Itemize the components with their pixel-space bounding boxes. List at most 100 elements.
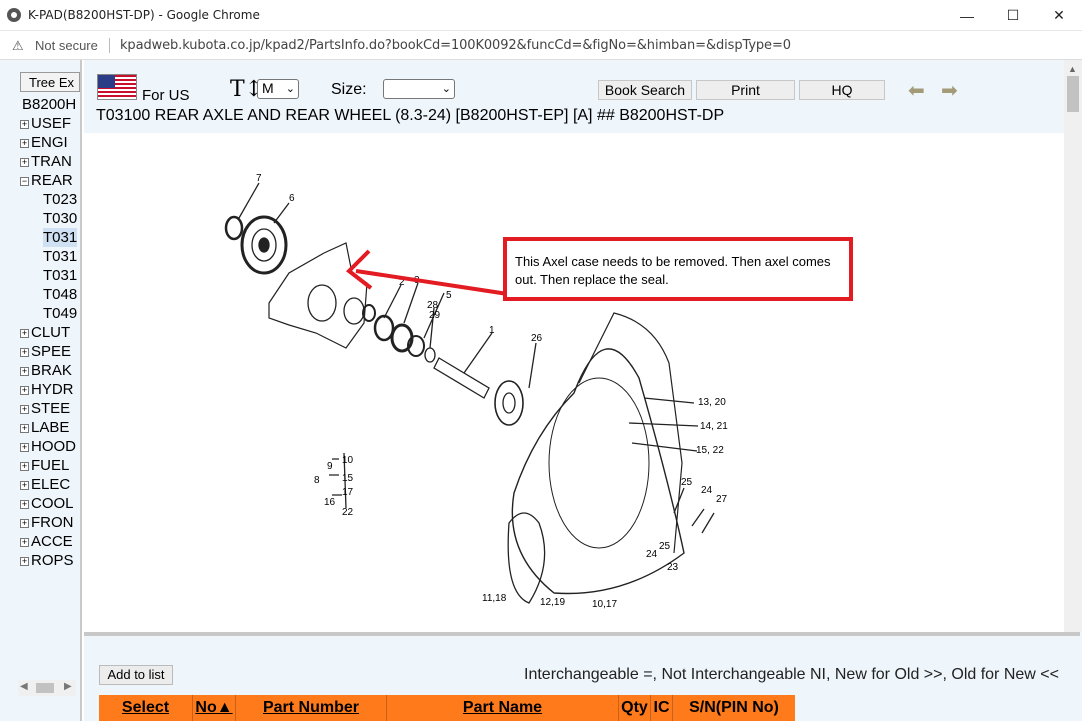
svg-text:16: 16 <box>324 497 336 508</box>
column-select[interactable]: Select <box>99 695 193 721</box>
tree-item[interactable]: T048 <box>43 285 77 304</box>
exploded-view-drawing: 76 32 285 291 2613, 20 14, 2115, 22 2524… <box>224 173 728 610</box>
tree-item[interactable]: + HYDR <box>20 380 74 399</box>
maximize-button[interactable]: ☐ <box>990 0 1036 31</box>
column-part-number[interactable]: Part Number <box>236 695 387 721</box>
expand-icon[interactable]: + <box>20 405 29 414</box>
tree-item[interactable]: + LABE <box>20 418 69 437</box>
expand-icon[interactable]: + <box>20 519 29 528</box>
tree-item[interactable]: + COOL <box>20 494 74 513</box>
svg-text:25: 25 <box>681 477 693 488</box>
tree-item[interactable]: + FUEL <box>20 456 69 475</box>
tree-item[interactable]: + FRON <box>20 513 74 532</box>
tree-item-label: T048 <box>43 286 78 303</box>
tree-item[interactable]: + ELEC <box>20 475 70 494</box>
tree-item-label: REAR <box>31 172 73 189</box>
scroll-up-icon[interactable]: ▲ <box>1068 64 1077 74</box>
tree-item-label: TRAN <box>31 153 72 170</box>
expand-icon[interactable]: + <box>20 481 29 490</box>
expand-icon[interactable]: + <box>20 424 29 433</box>
forward-arrow-icon[interactable]: ➡ <box>941 78 958 103</box>
close-button[interactable]: ✕ <box>1036 0 1082 31</box>
scroll-left-icon[interactable]: ◀ <box>20 681 28 692</box>
tree-expand-button[interactable]: Tree Ex <box>20 72 80 92</box>
expand-icon[interactable]: + <box>20 329 29 338</box>
svg-text:27: 27 <box>716 494 728 505</box>
chrome-icon <box>7 8 21 22</box>
svg-text:12,19: 12,19 <box>540 597 565 608</box>
tree-item-label: T049 <box>43 305 78 322</box>
tree-item[interactable]: T031 <box>43 228 78 247</box>
tree-item-label: T031 <box>43 248 78 265</box>
security-label[interactable]: Not secure <box>35 38 98 53</box>
expand-icon[interactable]: + <box>20 158 29 167</box>
window-title: K-PAD(B8200HST-DP) - Google Chrome <box>28 8 260 22</box>
tree-item[interactable]: − REAR <box>20 171 73 190</box>
column-no[interactable]: No▲ <box>193 695 236 721</box>
tree-item-label: FUEL <box>31 457 70 474</box>
svg-text:8: 8 <box>314 475 320 486</box>
tree-item[interactable]: + ENGI <box>20 133 68 152</box>
region-label: For US <box>142 87 190 104</box>
chevron-down-icon: ⌄ <box>441 83 451 95</box>
warning-icon[interactable]: ⚠ <box>12 38 24 54</box>
tree-item[interactable]: + SPEE <box>20 342 71 361</box>
expand-icon[interactable]: + <box>20 367 29 376</box>
vertical-scrollbar[interactable]: ▲ <box>1064 60 1082 632</box>
tree-item[interactable]: T023 <box>43 190 77 209</box>
svg-text:24: 24 <box>701 485 713 496</box>
tree-item[interactable]: + STEE <box>20 399 70 418</box>
print-button[interactable]: Print <box>696 80 795 100</box>
tree-item-label: T031 <box>43 229 78 246</box>
tree-item[interactable]: + USEF <box>20 114 71 133</box>
tree-item[interactable]: + TRAN <box>20 152 72 171</box>
hq-button[interactable]: HQ <box>799 80 885 100</box>
tree-item[interactable]: T049 <box>43 304 77 323</box>
tree-root[interactable]: B8200H <box>22 95 76 114</box>
back-arrow-icon[interactable]: ⬅ <box>908 78 925 103</box>
tree-item-label: ELEC <box>31 476 71 493</box>
tree-item[interactable]: + ACCE <box>20 532 73 551</box>
address-separator <box>109 38 110 53</box>
book-search-button[interactable]: Book Search <box>598 80 692 100</box>
parts-diagram: 76 32 28 5 29 1 26 13, 20 14, 21 15, 22 25 24… <box>84 133 1064 633</box>
tree-item[interactable]: T030 <box>43 209 77 228</box>
expand-icon[interactable]: + <box>20 120 29 129</box>
tree-item[interactable]: + CLUT <box>20 323 70 342</box>
tree-item-label: FRON <box>31 514 74 531</box>
tree-item-label: T023 <box>43 191 78 208</box>
expand-icon[interactable]: + <box>20 443 29 452</box>
svg-text:10,17: 10,17 <box>592 599 617 610</box>
expand-icon[interactable]: + <box>20 538 29 547</box>
minimize-button[interactable]: — <box>944 0 990 31</box>
expand-icon[interactable]: + <box>20 462 29 471</box>
scroll-right-icon[interactable]: ▶ <box>64 681 72 692</box>
collapse-icon[interactable]: − <box>20 177 29 186</box>
expand-icon[interactable]: + <box>20 500 29 509</box>
column-sn: S/N(PIN No) <box>689 699 779 716</box>
tree-item-label: CLUT <box>31 324 71 341</box>
us-flag-icon[interactable] <box>97 74 137 100</box>
size-select[interactable]: ⌄ <box>383 79 455 99</box>
expand-icon[interactable]: + <box>20 139 29 148</box>
tree-item[interactable]: T031 <box>43 266 77 285</box>
expand-icon[interactable]: + <box>20 557 29 566</box>
tree-item[interactable]: T031 <box>43 247 77 266</box>
scrollbar-thumb[interactable] <box>1067 76 1079 112</box>
scrollbar-thumb[interactable] <box>36 683 54 693</box>
chevron-down-icon: ⌄ <box>285 83 295 95</box>
svg-text:7: 7 <box>256 173 262 184</box>
horizontal-scrollbar[interactable]: ◀ ▶ <box>18 680 76 696</box>
add-to-list-button[interactable]: Add to list <box>99 665 173 685</box>
expand-icon[interactable]: + <box>20 386 29 395</box>
main-pane: For US T↕ M ⌄ Size: ⌄ Book Search Print H… <box>84 60 1082 721</box>
font-size-select[interactable]: M ⌄ <box>257 79 299 99</box>
svg-text:17: 17 <box>342 487 354 498</box>
column-part-name[interactable]: Part Name <box>387 695 619 721</box>
svg-text:29: 29 <box>429 310 441 321</box>
tree-item[interactable]: + ROPS <box>20 551 74 570</box>
tree-item[interactable]: + HOOD <box>20 437 76 456</box>
expand-icon[interactable]: + <box>20 348 29 357</box>
url-field[interactable]: kpadweb.kubota.co.jp/kpad2/PartsInfo.do?… <box>120 38 791 53</box>
tree-item[interactable]: + BRAK <box>20 361 72 380</box>
